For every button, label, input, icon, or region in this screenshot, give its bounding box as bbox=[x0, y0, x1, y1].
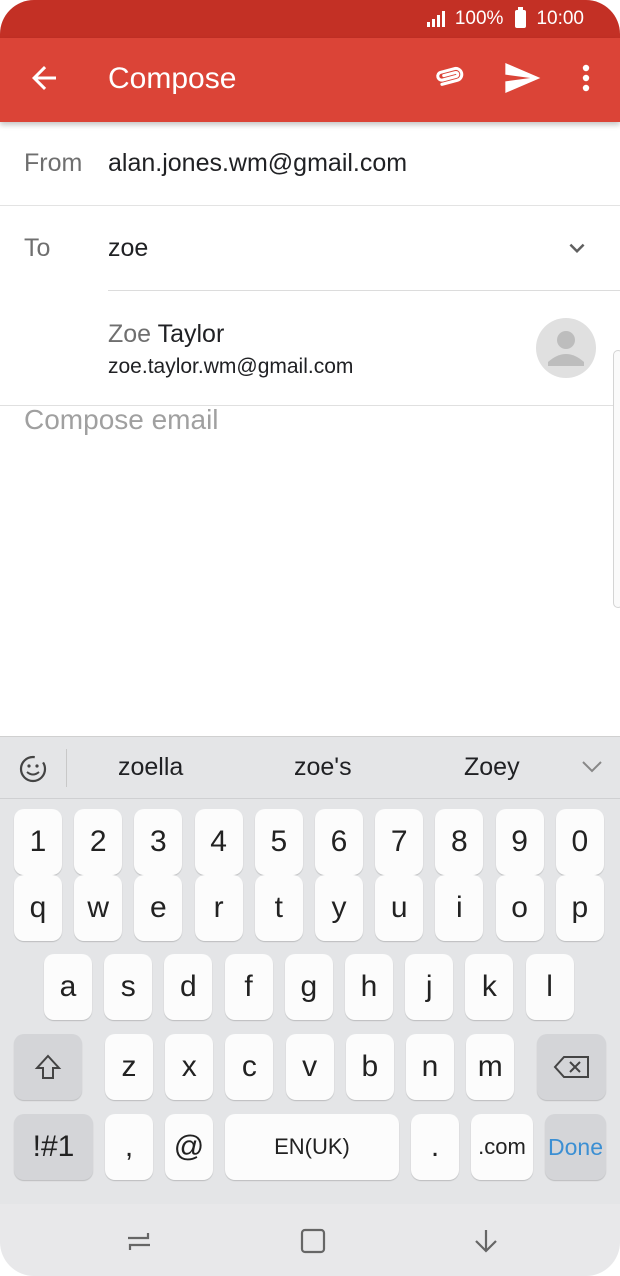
key[interactable]: l bbox=[525, 954, 574, 1020]
status-bar: 100% 10:00 bbox=[0, 0, 620, 38]
app-bar: Compose bbox=[0, 38, 620, 122]
avatar bbox=[536, 318, 596, 378]
key[interactable]: q bbox=[14, 875, 62, 941]
symbols-key[interactable]: !#1 bbox=[14, 1114, 93, 1180]
navigation-bar bbox=[0, 1204, 620, 1276]
clock: 10:00 bbox=[536, 8, 584, 29]
key[interactable]: v bbox=[285, 1034, 334, 1100]
chevron-down-icon[interactable] bbox=[562, 233, 592, 263]
suggestion-name-rest: Taylor bbox=[151, 320, 225, 348]
done-key[interactable]: Done bbox=[545, 1114, 606, 1180]
key[interactable]: 0 bbox=[555, 809, 604, 875]
key[interactable]: 7 bbox=[375, 809, 424, 875]
from-label: From bbox=[24, 149, 83, 177]
to-input[interactable]: zoe bbox=[108, 234, 148, 263]
battery-percent: 100% bbox=[454, 8, 504, 29]
backspace-key[interactable] bbox=[537, 1034, 606, 1100]
dotcom-key[interactable]: .com bbox=[471, 1114, 533, 1180]
back-arrow-icon[interactable] bbox=[26, 60, 62, 96]
key[interactable]: d bbox=[164, 954, 213, 1020]
space-key[interactable]: EN(UK) bbox=[225, 1114, 399, 1180]
chevron-down-icon[interactable] bbox=[580, 757, 604, 777]
key[interactable]: k bbox=[465, 954, 514, 1020]
key[interactable]: 2 bbox=[74, 809, 123, 875]
edge-panel-handle[interactable] bbox=[613, 350, 620, 608]
key[interactable]: h bbox=[345, 954, 393, 1020]
key[interactable]: 8 bbox=[435, 809, 484, 875]
key[interactable]: m bbox=[466, 1034, 515, 1100]
key[interactable]: a bbox=[44, 954, 92, 1020]
key[interactable]: 3 bbox=[134, 809, 183, 875]
key[interactable]: 9 bbox=[495, 809, 544, 875]
back-nav-icon[interactable] bbox=[471, 1226, 501, 1256]
from-address[interactable]: alan.jones.wm@gmail.com bbox=[108, 149, 407, 178]
compose-body-input[interactable]: Compose email bbox=[24, 404, 219, 436]
key[interactable]: o bbox=[495, 875, 544, 941]
key[interactable]: x bbox=[165, 1034, 214, 1100]
at-key[interactable]: @ bbox=[165, 1114, 213, 1180]
send-icon[interactable] bbox=[502, 58, 542, 98]
emoji-icon[interactable] bbox=[14, 751, 52, 787]
key[interactable]: t bbox=[254, 875, 303, 941]
key[interactable]: 6 bbox=[315, 809, 363, 875]
key[interactable]: s bbox=[104, 954, 153, 1020]
word-suggestion[interactable]: zoella bbox=[118, 753, 183, 782]
to-row[interactable]: To zoe bbox=[0, 206, 620, 290]
key[interactable]: e bbox=[134, 875, 183, 941]
suggestion-bar: zoella zoe's Zoey bbox=[0, 737, 620, 799]
signal-icon bbox=[426, 11, 445, 27]
shift-key[interactable] bbox=[14, 1034, 82, 1100]
word-suggestion[interactable]: Zoey bbox=[464, 753, 520, 782]
page-title: Compose bbox=[108, 62, 237, 95]
recent-apps-icon[interactable] bbox=[124, 1226, 154, 1256]
phone-screen: 100% 10:00 Compose From alan.jones.wm@gm… bbox=[0, 0, 620, 1276]
shift-icon bbox=[34, 1054, 62, 1079]
from-row[interactable]: From alan.jones.wm@gmail.com bbox=[0, 122, 620, 206]
keyboard: zoella zoe's Zoey !#1 , @ EN(UK) . .com … bbox=[0, 736, 620, 1204]
key[interactable]: n bbox=[406, 1034, 454, 1100]
key[interactable]: 4 bbox=[194, 809, 243, 875]
period-key[interactable]: . bbox=[411, 1114, 459, 1180]
more-vert-icon[interactable] bbox=[570, 58, 602, 98]
key[interactable]: z bbox=[105, 1034, 153, 1100]
to-label: To bbox=[24, 233, 51, 262]
key[interactable]: b bbox=[345, 1034, 394, 1100]
key[interactable]: i bbox=[435, 875, 484, 941]
suggestion-separator bbox=[66, 749, 67, 787]
key[interactable]: c bbox=[225, 1034, 274, 1100]
key[interactable]: w bbox=[74, 875, 123, 941]
word-suggestion[interactable]: zoe's bbox=[294, 753, 352, 782]
key[interactable]: g bbox=[284, 954, 333, 1020]
key[interactable]: p bbox=[555, 875, 604, 941]
suggestion-email: zoe.taylor.wm@gmail.com bbox=[108, 355, 354, 378]
key[interactable]: y bbox=[315, 875, 363, 941]
key[interactable]: r bbox=[194, 875, 243, 941]
suggestion-name-match: Zoe bbox=[108, 320, 152, 348]
key[interactable]: 1 bbox=[14, 809, 62, 875]
suggestion-name: Zoe Taylor bbox=[108, 320, 224, 349]
contact-suggestion[interactable]: Zoe Taylor zoe.taylor.wm@gmail.com bbox=[0, 291, 620, 406]
key[interactable]: u bbox=[375, 875, 424, 941]
comma-key[interactable]: , bbox=[105, 1114, 153, 1180]
key[interactable]: f bbox=[224, 954, 273, 1020]
home-icon[interactable] bbox=[298, 1226, 328, 1256]
backspace-icon bbox=[553, 1056, 589, 1078]
key[interactable]: j bbox=[405, 954, 454, 1020]
battery-icon bbox=[515, 7, 527, 28]
key[interactable]: 5 bbox=[254, 809, 303, 875]
paperclip-icon[interactable] bbox=[430, 60, 470, 96]
